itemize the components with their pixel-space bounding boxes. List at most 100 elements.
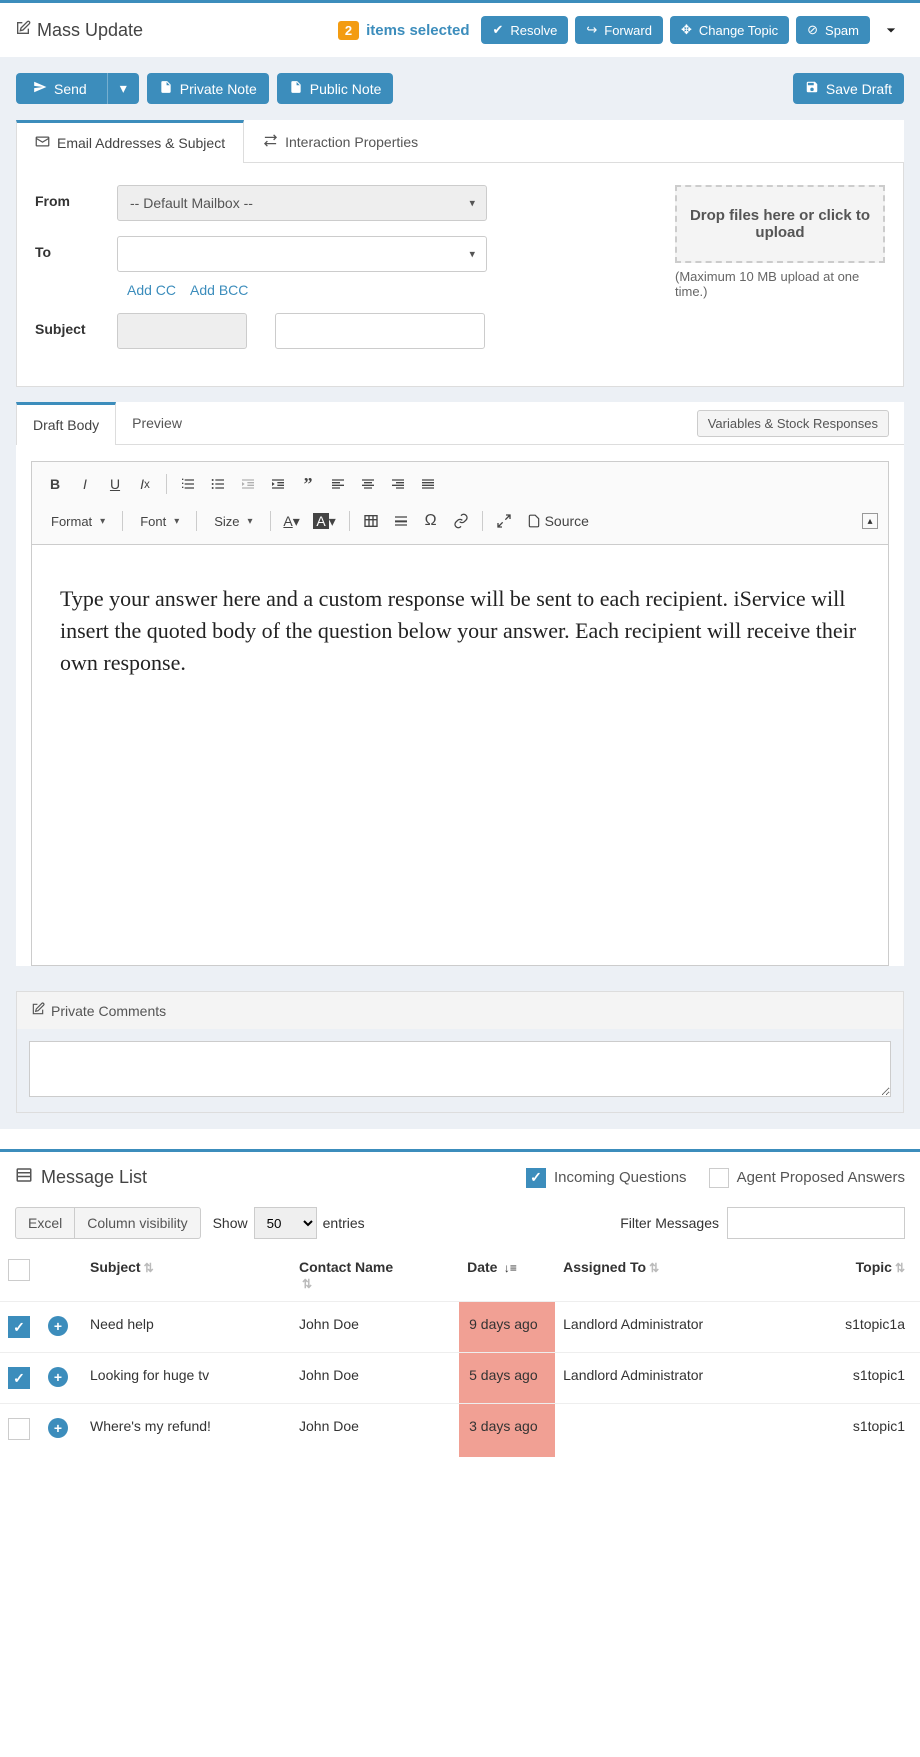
header-contact[interactable]: Contact Name⇅: [291, 1249, 459, 1302]
table-icon[interactable]: [358, 508, 384, 534]
tab-draft-body[interactable]: Draft Body: [16, 402, 116, 445]
public-note-label: Public Note: [310, 81, 382, 97]
resolve-button[interactable]: ✔ Resolve: [481, 16, 568, 44]
envelope-icon: [35, 134, 50, 152]
sort-icon: ⇅: [144, 1261, 154, 1275]
dropzone[interactable]: Drop files here or click to upload: [675, 185, 885, 263]
blockquote-icon[interactable]: ”: [295, 471, 321, 497]
send-label: Send: [54, 81, 87, 97]
indent-icon[interactable]: [265, 471, 291, 497]
public-note-button[interactable]: Public Note: [277, 73, 394, 104]
align-right-icon[interactable]: [385, 471, 411, 497]
change-topic-button[interactable]: ✥ Change Topic: [670, 16, 789, 44]
save-draft-button[interactable]: Save Draft: [793, 73, 904, 104]
header-assigned[interactable]: Assigned To⇅: [555, 1249, 793, 1302]
special-char-icon[interactable]: Ω: [418, 508, 444, 534]
message-list-controls: Excel Column visibility Show 50 entries …: [0, 1203, 920, 1249]
expand-row-button[interactable]: +: [48, 1418, 68, 1438]
toolbar-collapse-icon[interactable]: ▴: [862, 513, 878, 529]
format-dropdown[interactable]: Format: [42, 507, 114, 535]
text-color-icon[interactable]: A▾: [279, 508, 305, 534]
underline-icon[interactable]: U: [102, 471, 128, 497]
forward-button[interactable]: ↪ Forward: [575, 16, 663, 44]
upload-area: Drop files here or click to upload (Maxi…: [675, 185, 885, 364]
font-dropdown[interactable]: Font: [131, 507, 188, 535]
mass-update-panel: Mass Update 2 items selected ✔ Resolve ↪…: [0, 0, 920, 1129]
collapse-toggle-icon[interactable]: [877, 16, 905, 44]
row-checkbox[interactable]: [8, 1367, 30, 1389]
spam-button[interactable]: ⊘ Spam: [796, 16, 870, 44]
size-dropdown[interactable]: Size: [205, 507, 261, 535]
link-icon[interactable]: [448, 508, 474, 534]
tab-interaction-properties[interactable]: Interaction Properties: [244, 120, 437, 162]
filter-input[interactable]: [727, 1207, 905, 1239]
add-bcc-link[interactable]: Add BCC: [190, 282, 248, 298]
entries-select[interactable]: 50: [254, 1207, 317, 1239]
select-all-checkbox[interactable]: [8, 1259, 30, 1281]
send-button[interactable]: Send: [16, 73, 107, 104]
compose-inner: Email Addresses & Subject Interaction Pr…: [16, 120, 904, 387]
maximize-icon[interactable]: [491, 508, 517, 534]
incoming-questions-checkbox[interactable]: Incoming Questions: [526, 1168, 687, 1188]
rich-text-editor: B I U Ix: [31, 461, 889, 966]
header-subject[interactable]: Subject⇅: [82, 1249, 291, 1302]
private-comments-header: Private Comments: [17, 992, 903, 1029]
editor-content[interactable]: Type your answer here and a custom respo…: [32, 545, 888, 965]
source-button[interactable]: Source: [521, 508, 595, 534]
private-comments-textarea[interactable]: [29, 1041, 891, 1097]
excel-button[interactable]: Excel: [15, 1207, 75, 1239]
compose-action-row: Send ▾ Private Note Public Note: [16, 73, 904, 120]
cc-links: Add CC Add BCC: [127, 282, 487, 298]
remove-format-icon[interactable]: Ix: [132, 471, 158, 497]
sort-desc-icon: ↓≡: [500, 1261, 516, 1275]
compose-tabs: Email Addresses & Subject Interaction Pr…: [16, 120, 904, 163]
subject-input[interactable]: [275, 313, 485, 349]
cell-subject: Where's my refund!: [82, 1404, 291, 1458]
private-note-button[interactable]: Private Note: [147, 73, 269, 104]
send-dropdown-button[interactable]: ▾: [107, 73, 139, 104]
agent-proposed-checkbox[interactable]: Agent Proposed Answers: [709, 1168, 905, 1188]
compose-form: From -- Default Mailbox -- To: [16, 163, 904, 387]
column-visibility-button[interactable]: Column visibility: [75, 1207, 200, 1239]
message-list-title-group: Message List: [15, 1166, 147, 1189]
check-icon: ✔: [492, 22, 503, 38]
bullet-list-icon[interactable]: [205, 471, 231, 497]
expand-row-button[interactable]: +: [48, 1316, 68, 1336]
align-left-icon[interactable]: [325, 471, 351, 497]
align-justify-icon[interactable]: [415, 471, 441, 497]
tab-email-label: Email Addresses & Subject: [57, 135, 225, 151]
variables-button[interactable]: Variables & Stock Responses: [697, 410, 889, 437]
to-select[interactable]: [117, 236, 487, 272]
row-checkbox[interactable]: [8, 1418, 30, 1440]
upload-note: (Maximum 10 MB upload at one time.): [675, 269, 885, 299]
from-label: From: [35, 185, 117, 221]
message-list-header: Message List Incoming Questions Agent Pr…: [0, 1152, 920, 1203]
bg-color-icon[interactable]: A▾: [309, 508, 341, 534]
align-center-icon[interactable]: [355, 471, 381, 497]
tab-email-addresses[interactable]: Email Addresses & Subject: [16, 120, 244, 163]
numbered-list-icon[interactable]: [175, 471, 201, 497]
save-icon: [805, 80, 819, 97]
hr-icon[interactable]: [388, 508, 414, 534]
message-list-table: Subject⇅ Contact Name⇅ Date ↓≡ Assigned …: [0, 1249, 920, 1457]
italic-icon[interactable]: I: [72, 471, 98, 497]
outdent-icon[interactable]: [235, 471, 261, 497]
row-checkbox[interactable]: [8, 1316, 30, 1338]
list-icon: [15, 1166, 33, 1189]
add-cc-link[interactable]: Add CC: [127, 282, 176, 298]
note-icon: [289, 80, 303, 97]
cell-subject: Need help: [82, 1302, 291, 1353]
to-label: To: [35, 236, 117, 298]
source-label: Source: [545, 513, 589, 529]
cell-topic: s1topic1: [793, 1404, 920, 1458]
tab-preview[interactable]: Preview: [116, 403, 198, 443]
bold-icon[interactable]: B: [42, 471, 68, 497]
from-select[interactable]: -- Default Mailbox --: [117, 185, 487, 221]
private-note-label: Private Note: [180, 81, 257, 97]
entries-label: entries: [323, 1215, 365, 1231]
header-topic[interactable]: Topic⇅: [793, 1249, 920, 1302]
header-date[interactable]: Date ↓≡: [459, 1249, 555, 1302]
subject-prefix-input: [117, 313, 247, 349]
expand-row-button[interactable]: +: [48, 1367, 68, 1387]
sort-icon: ⇅: [895, 1261, 905, 1275]
